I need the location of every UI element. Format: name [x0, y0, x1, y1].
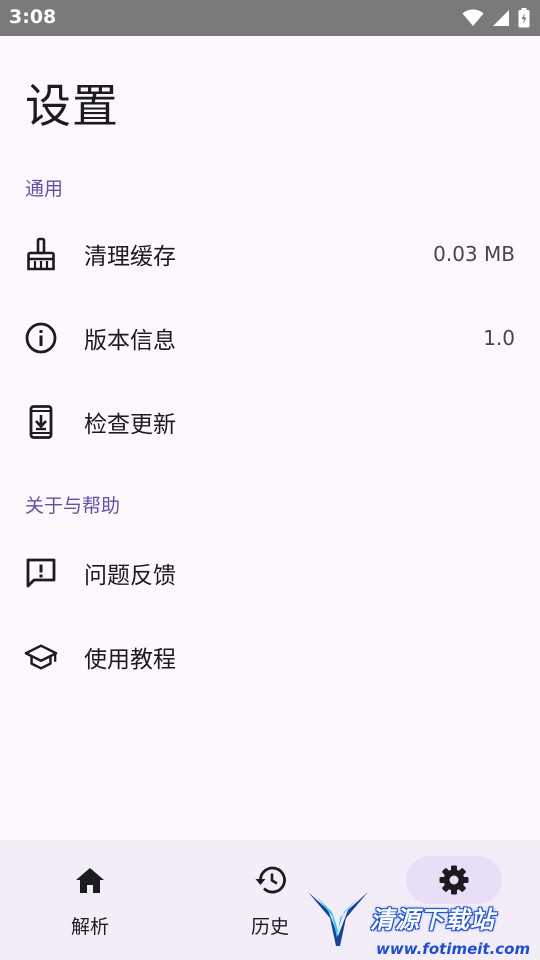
setting-tutorial[interactable]: 使用教程 [0, 615, 540, 699]
history-icon [255, 866, 286, 894]
watermark-logo-icon [308, 892, 368, 946]
setting-label: 版本信息 [84, 328, 176, 354]
setting-label: 清理缓存 [84, 244, 176, 270]
signal-icon [493, 10, 509, 26]
school-icon [24, 640, 58, 674]
section-header-about: 关于与帮助 [25, 495, 121, 517]
home-icon [76, 868, 104, 893]
version-value: 1.0 [483, 326, 515, 350]
status-bar: 3:08 [0, 0, 540, 36]
nav-item-parse[interactable]: 解析 [0, 840, 180, 960]
setting-clear-cache[interactable]: 清理缓存 0.03 MB [0, 212, 540, 296]
watermark-url: www.fotimeit.com [376, 940, 531, 958]
section-header-general: 通用 [25, 178, 64, 200]
wifi-icon [462, 9, 484, 26]
page-title: 设置 [25, 79, 119, 133]
info-icon [24, 321, 58, 355]
status-icons [462, 8, 530, 28]
nav-label: 解析 [70, 916, 109, 938]
phone-download-icon [24, 405, 58, 439]
nav-pill [42, 856, 138, 904]
setting-label: 问题反馈 [84, 563, 176, 589]
status-time: 3:08 [9, 6, 57, 28]
broom-icon [24, 237, 58, 271]
nav-pill [222, 856, 318, 904]
watermark-title: 清源下载站 [370, 906, 495, 934]
setting-version-info[interactable]: 版本信息 1.0 [0, 296, 540, 380]
battery-icon [518, 8, 530, 28]
setting-check-update[interactable]: 检查更新 [0, 380, 540, 464]
cache-size-value: 0.03 MB [433, 242, 515, 266]
setting-label: 检查更新 [84, 412, 176, 438]
setting-feedback[interactable]: 问题反馈 [0, 531, 540, 615]
setting-label: 使用教程 [84, 647, 176, 673]
watermark: 清源下载站 www.fotimeit.com [306, 886, 536, 960]
feedback-icon [24, 556, 58, 590]
